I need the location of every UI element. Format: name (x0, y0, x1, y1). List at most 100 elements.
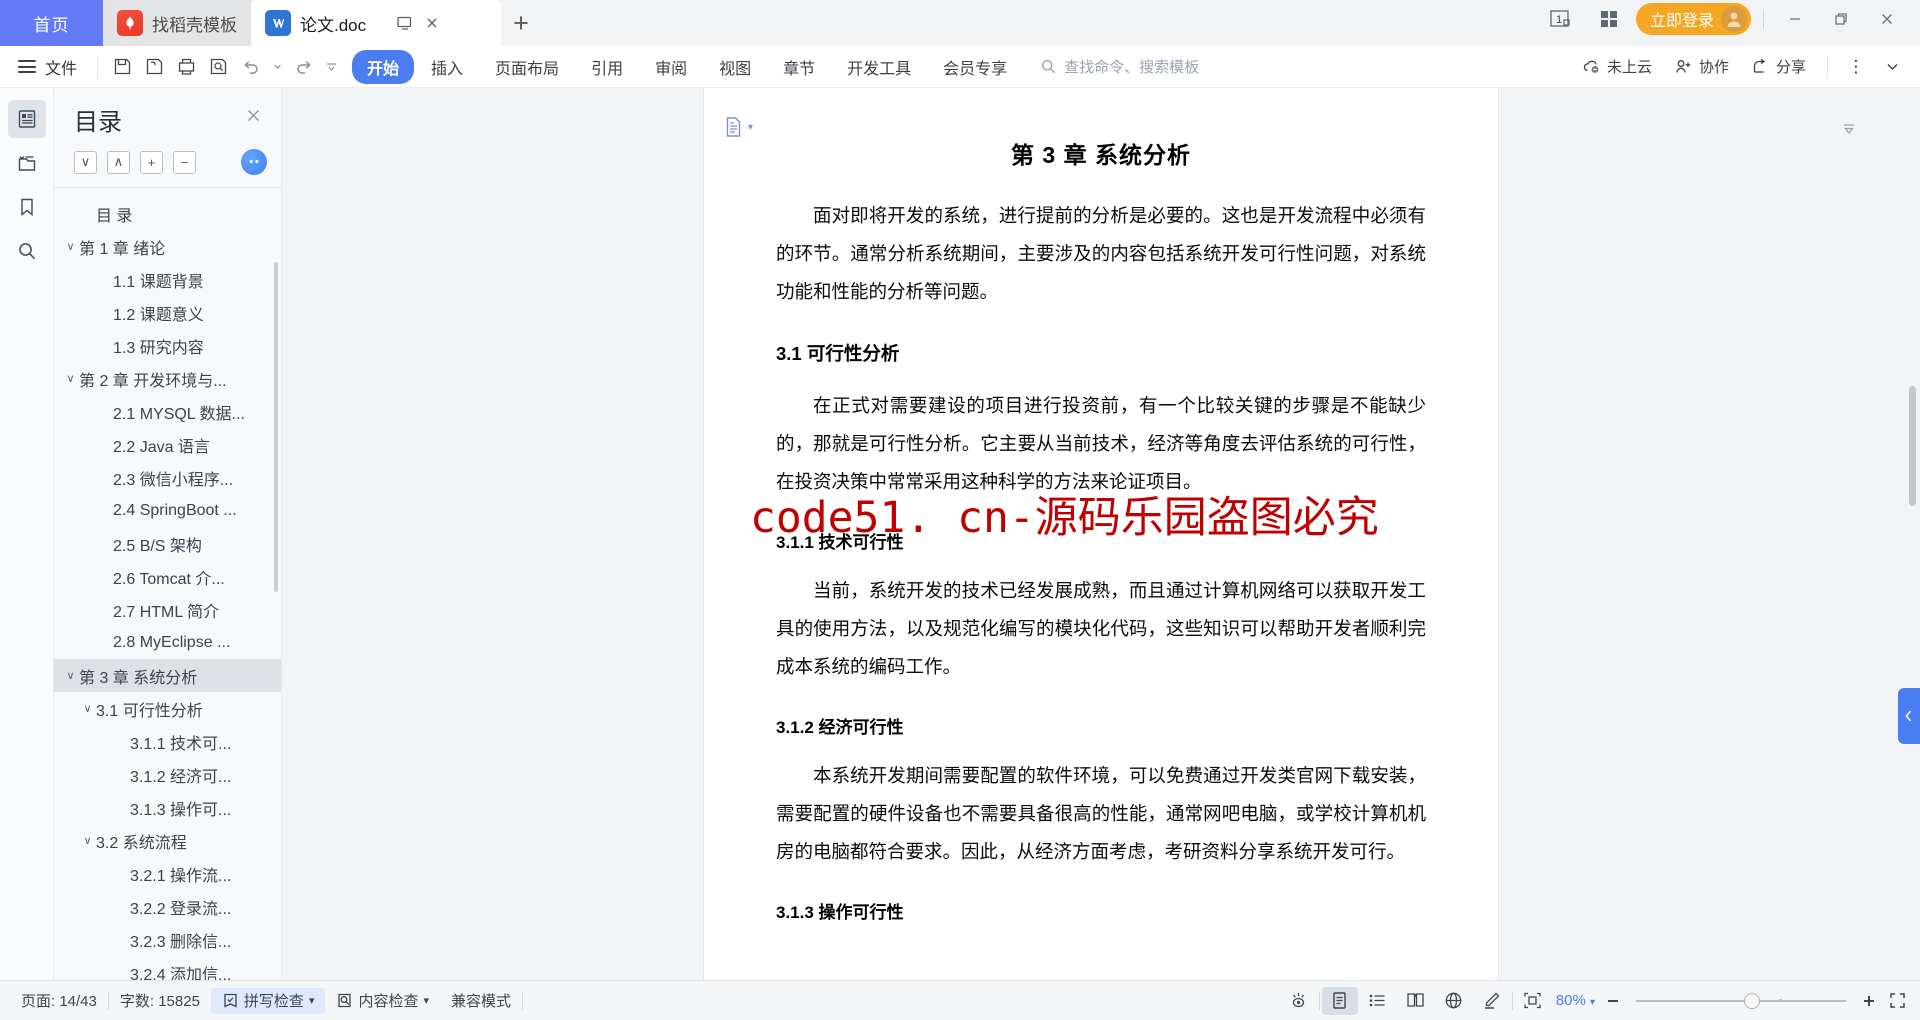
focus-view-icon[interactable] (1281, 987, 1317, 1015)
tab-close-icon[interactable] (424, 15, 440, 31)
outline-item[interactable]: ∨ 3.2 系统流程 (54, 824, 281, 857)
outline-item[interactable]: 2.4 SpringBoot ... (54, 494, 281, 527)
ribbon-tab-review[interactable]: 审阅 (640, 50, 702, 84)
expand-down-button[interactable]: ∨ (74, 150, 97, 174)
share-button[interactable]: 分享 (1742, 52, 1815, 81)
grid-layout-icon[interactable] (1590, 4, 1628, 34)
outline-item[interactable]: ∨ 第 2 章 开发环境与... (54, 362, 281, 395)
fit-page-icon[interactable] (1515, 987, 1551, 1015)
outline-panel-toggle[interactable] (7, 100, 46, 138)
zoom-slider[interactable] (1636, 991, 1846, 1011)
maximize-button[interactable] (1822, 4, 1860, 34)
expand-all-button[interactable]: + (140, 150, 163, 174)
undo-icon[interactable] (234, 52, 266, 82)
save-icon[interactable] (106, 52, 138, 82)
outline-close-icon[interactable] (240, 102, 267, 129)
tab-lunwen-doc[interactable]: 论文.doc (251, 0, 501, 46)
zoom-in-button[interactable] (1856, 988, 1882, 1014)
page-count-badge-icon[interactable]: 1 (1544, 4, 1582, 34)
page-settings-float-icon[interactable] (1830, 110, 1868, 148)
outline-item[interactable]: 3.2.2 登录流... (54, 890, 281, 923)
chevron-down-icon[interactable]: ∨ (62, 240, 79, 253)
chevron-down-icon[interactable]: ∨ (62, 372, 79, 385)
collapse-ribbon-icon[interactable] (1876, 52, 1908, 82)
login-button[interactable]: 立即登录 (1635, 3, 1751, 35)
minimize-button[interactable] (1776, 4, 1814, 34)
web-view-icon[interactable] (1436, 987, 1472, 1015)
outline-item[interactable]: 1.3 研究内容 (54, 329, 281, 362)
outline-item[interactable]: 目 录 (54, 197, 281, 230)
fullscreen-icon[interactable] (1884, 988, 1910, 1014)
search-input[interactable]: 查找命令、搜索模板 (1040, 56, 1199, 77)
outline-item[interactable]: ∨ 第 1 章 绪论 (54, 230, 281, 263)
more-options-icon[interactable]: ⋮ (1840, 52, 1872, 82)
home-tab[interactable]: 首页 (0, 0, 103, 46)
save-as-icon[interactable] (138, 52, 170, 82)
content-check-button[interactable]: 内容检查 ▾ (325, 990, 440, 1011)
chevron-down-icon[interactable]: ▾ (309, 994, 315, 1007)
ribbon-tab-page-layout[interactable]: 页面布局 (480, 50, 574, 84)
outline-item[interactable]: ∨ 第 3 章 系统分析 (54, 659, 281, 692)
ribbon-tab-developer[interactable]: 开发工具 (832, 50, 926, 84)
outline-tree[interactable]: 目 录 ∨ 第 1 章 绪论 1.1 课题背景 1.2 课题意义 1.3 研究内容 ∨ 第 2… (54, 188, 281, 980)
outline-view-icon[interactable] (1360, 987, 1396, 1015)
outline-item[interactable]: 1.1 课题背景 (54, 263, 281, 296)
tab-daokeshell-template[interactable]: 找稻壳模板 (103, 0, 251, 46)
ribbon-tab-section[interactable]: 章节 (768, 50, 830, 84)
search-panel-toggle[interactable] (8, 232, 46, 270)
tab-preview-icon[interactable] (396, 14, 414, 32)
ribbon-tab-member[interactable]: 会员专享 (928, 50, 1022, 84)
bookmark-panel-toggle[interactable] (8, 188, 46, 226)
chevron-down-icon[interactable]: ∨ (79, 834, 96, 847)
outline-item[interactable]: 3.1.1 技术可... (54, 725, 281, 758)
outline-item[interactable]: 2.6 Tomcat 介... (54, 560, 281, 593)
print-preview-icon[interactable] (202, 52, 234, 82)
spell-check-button[interactable]: 拼写检查 ▾ (210, 987, 326, 1014)
chevron-down-icon[interactable]: ▾ (423, 994, 429, 1007)
word-count-indicator[interactable]: 字数: 15825 (109, 990, 211, 1011)
file-menu-button[interactable]: 文件 (12, 51, 89, 83)
ribbon-tab-references[interactable]: 引用 (576, 50, 638, 84)
chevron-down-icon[interactable]: ∨ (79, 702, 96, 715)
section-mark-icon[interactable]: ▾ (724, 116, 753, 138)
outline-item[interactable]: 3.2.4 添加信... (54, 956, 281, 981)
zoom-out-button[interactable] (1600, 988, 1626, 1014)
cloud-status-button[interactable]: 未上云 (1573, 52, 1661, 81)
outline-item[interactable]: 2.3 微信小程序... (54, 461, 281, 494)
page-view-icon[interactable] (1321, 986, 1358, 1015)
ai-assistant-icon[interactable] (241, 149, 267, 175)
redo-icon[interactable] (288, 52, 320, 82)
outline-item[interactable]: 2.7 HTML 简介 (54, 593, 281, 626)
document-canvas[interactable]: ▾ 第 3 章 系统分析 面对即将开发的系统，进行提前的分析是必要的。这也是开发… (282, 88, 1920, 980)
print-icon[interactable] (170, 52, 202, 82)
ribbon-tab-start[interactable]: 开始 (352, 49, 415, 84)
reading-view-icon[interactable] (1398, 987, 1434, 1015)
collapse-up-button[interactable]: ∧ (107, 150, 130, 174)
outline-item[interactable]: 1.2 课题意义 (54, 296, 281, 329)
outline-item[interactable]: 3.1.2 经济可... (54, 758, 281, 791)
collaborate-button[interactable]: 协作 (1665, 52, 1738, 81)
annotate-view-icon[interactable] (1474, 987, 1510, 1015)
slider-knob[interactable] (1744, 992, 1760, 1009)
ribbon-tab-view[interactable]: 视图 (704, 50, 766, 84)
scrollbar-thumb[interactable] (1909, 386, 1916, 506)
outline-item[interactable]: 2.5 B/S 架构 (54, 527, 281, 560)
page-indicator[interactable]: 页面: 14/43 (10, 990, 108, 1011)
new-tab-button[interactable]: + (501, 0, 541, 46)
vertical-scrollbar[interactable] (1909, 96, 1916, 972)
collapse-all-button[interactable]: − (173, 150, 196, 174)
close-button[interactable] (1868, 4, 1906, 34)
zoom-level-label[interactable]: 80% ▾ (1553, 992, 1598, 1009)
ribbon-tab-insert[interactable]: 插入 (416, 50, 478, 84)
document-page[interactable]: ▾ 第 3 章 系统分析 面对即将开发的系统，进行提前的分析是必要的。这也是开发… (704, 88, 1498, 980)
folder-panel-toggle[interactable] (8, 144, 46, 182)
outline-item[interactable]: ∨ 3.1 可行性分析 (54, 692, 281, 725)
chevron-down-icon[interactable]: ∨ (62, 669, 79, 682)
outline-item[interactable]: 2.8 MyEclipse ... (54, 626, 281, 659)
outline-item[interactable]: 3.2.3 删除信... (54, 923, 281, 956)
undo-dropdown-icon[interactable] (266, 52, 288, 82)
outline-item[interactable]: 2.2 Java 语言 (54, 428, 281, 461)
outline-item[interactable]: 2.1 MYSQL 数据... (54, 395, 281, 428)
outline-item[interactable]: 3.2.1 操作流... (54, 857, 281, 890)
outline-item[interactable]: 3.1.3 操作可... (54, 791, 281, 824)
